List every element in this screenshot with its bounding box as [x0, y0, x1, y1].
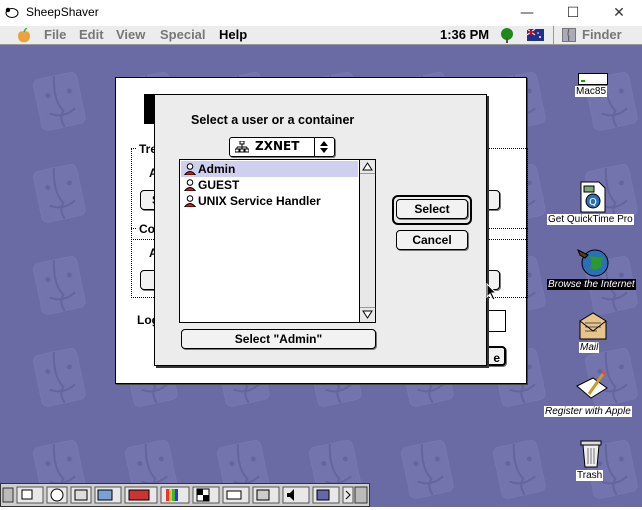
internet-globe-icon[interactable] [576, 246, 610, 278]
menu-help[interactable]: Help [219, 27, 247, 42]
chooser-dialog: Select a user or a container ZXNET Admin… [154, 94, 487, 366]
background-text-field[interactable] [484, 310, 506, 332]
control-strip [0, 483, 370, 507]
menu-special[interactable]: Special [160, 27, 206, 42]
user-icon [184, 195, 196, 207]
user-list[interactable]: Admin GUEST UNIX Service Handler [179, 159, 376, 323]
control-strip-modules [2, 486, 368, 504]
zone-popup-menu[interactable]: ZXNET [229, 137, 335, 157]
desktop-icon-label[interactable]: Trash [576, 470, 604, 481]
list-item[interactable]: Admin [181, 161, 358, 177]
quicktime-movie-icon[interactable]: Q [579, 181, 607, 213]
popup-arrows-icon [320, 141, 328, 153]
vertical-scrollbar[interactable] [359, 160, 375, 322]
desktop-icon-label[interactable]: Register with Apple [544, 406, 632, 417]
sheepshaver-app-icon [5, 7, 19, 18]
host-window-titlebar: SheepShaver — ☐ ✕ [0, 0, 642, 27]
menu-edit[interactable]: Edit [79, 27, 104, 42]
popup-divider [314, 138, 315, 156]
control-strip-tree-icon[interactable] [499, 27, 515, 43]
maximize-icon[interactable]: ☐ [550, 0, 596, 26]
window-title: SheepShaver [26, 5, 99, 19]
scroll-track-top [360, 173, 375, 174]
select-button[interactable]: Select [396, 199, 468, 219]
menubar-clock[interactable]: 1:36 PM [440, 27, 489, 42]
mouse-pointer-icon [486, 283, 498, 301]
list-item[interactable]: UNIX Service Handler [181, 193, 358, 209]
zone-popup-label: ZXNET [255, 139, 300, 153]
svg-text:Q: Q [589, 197, 597, 208]
scroll-track-bottom [360, 307, 375, 308]
user-icon [184, 163, 196, 175]
finder-app-icon [562, 28, 576, 42]
user-icon [184, 179, 196, 191]
keyboard-layout-flag-icon[interactable] [527, 29, 544, 41]
scroll-down-arrow-icon[interactable] [362, 310, 373, 319]
application-menu-finder[interactable]: Finder [582, 27, 622, 42]
select-item-button[interactable]: Select "Admin" [181, 329, 376, 349]
apple-menu-icon[interactable] [17, 28, 31, 43]
desktop-icon-label[interactable]: Get QuickTime Pro [547, 214, 634, 225]
hard-disk-icon[interactable] [578, 73, 608, 85]
scroll-up-arrow-icon[interactable] [362, 162, 373, 171]
menubar-divider [553, 26, 554, 44]
list-item-label: Admin [198, 162, 236, 176]
desktop-icon-label[interactable]: Browse the Internet [547, 279, 636, 290]
mail-icon[interactable] [577, 311, 609, 341]
desktop-icon-label[interactable]: Mail [579, 342, 600, 353]
trash-icon[interactable] [578, 438, 604, 468]
mac-menubar: File Edit View Special Help 1:36 PM Find… [0, 26, 642, 45]
list-item-label: GUEST [198, 178, 240, 192]
dialog-prompt: Select a user or a container [191, 113, 355, 127]
cancel-button[interactable]: Cancel [396, 230, 468, 250]
list-item-label: UNIX Service Handler [198, 194, 321, 208]
background-default-button-label: e [493, 351, 500, 365]
menu-file[interactable]: File [44, 27, 66, 42]
register-form-icon[interactable] [575, 372, 609, 404]
menu-view[interactable]: View [116, 27, 145, 42]
network-zone-icon [235, 141, 249, 153]
desktop-icon-label[interactable]: Mac85 [575, 86, 608, 97]
minimize-icon[interactable]: — [504, 0, 550, 26]
close-icon[interactable]: ✕ [596, 0, 642, 26]
background-button-shadow [348, 366, 426, 368]
list-item[interactable]: GUEST [181, 177, 358, 193]
